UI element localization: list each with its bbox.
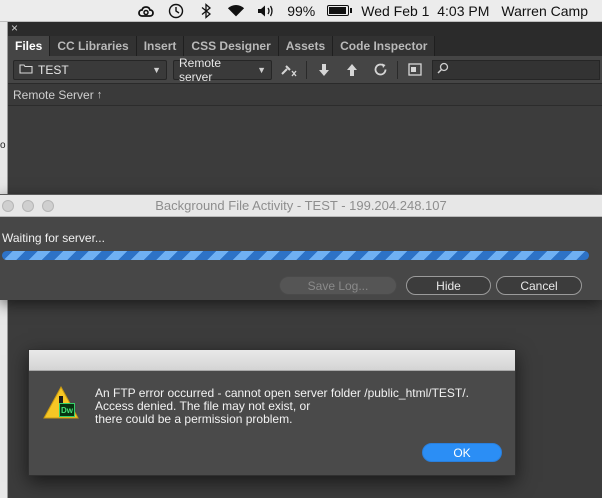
traffic-lights — [2, 200, 54, 212]
files-toolbar: TEST ▼ Remote server ▼ — [8, 56, 602, 84]
ok-button[interactable]: OK — [422, 443, 502, 462]
wifi-icon[interactable] — [227, 3, 245, 19]
site-select[interactable]: TEST ▼ — [13, 59, 167, 80]
refresh-icon[interactable] — [369, 60, 391, 80]
minimize-window-icon[interactable] — [22, 200, 34, 212]
tab-code-inspector[interactable]: Code Inspector — [333, 36, 436, 56]
menu-bar: 99% Wed Feb 1 4:03 PM Warren Camp — [0, 0, 602, 22]
error-message: An FTP error occurred - cannot open serv… — [95, 387, 505, 426]
get-files-icon[interactable] — [313, 60, 335, 80]
progress-bar — [2, 251, 589, 260]
tab-css-designer[interactable]: CSS Designer — [184, 36, 279, 56]
close-icon[interactable]: × — [11, 21, 18, 35]
sort-ascending-icon: ↑ — [96, 88, 103, 101]
disconnect-icon[interactable] — [278, 60, 300, 80]
site-select-value: TEST — [38, 62, 69, 77]
background-file-activity-window: Background File Activity - TEST - 199.20… — [0, 194, 602, 300]
toolbar-divider — [397, 60, 398, 79]
menu-clock[interactable]: Wed Feb 1 4:03 PM — [361, 3, 489, 19]
menu-user[interactable]: Warren Camp — [501, 3, 588, 19]
error-line-3: there could be a permission problem. — [95, 412, 293, 426]
volume-icon[interactable] — [257, 3, 275, 19]
tab-files[interactable]: Files — [8, 36, 51, 56]
view-select-value: Remote server — [179, 55, 222, 84]
battery-percent: 99% — [287, 2, 316, 19]
hide-button[interactable]: Hide — [406, 276, 491, 295]
panel-tabs: Files CC Libraries Insert CSS Designer A… — [8, 36, 602, 56]
toolbar-divider — [306, 60, 307, 79]
time-machine-icon[interactable] — [167, 3, 185, 19]
expand-panel-icon[interactable] — [404, 60, 426, 80]
chevron-down-icon: ▼ — [152, 64, 161, 75]
ftp-error-dialog: Dw An FTP error occurred - cannot open s… — [28, 349, 516, 476]
view-select[interactable]: Remote server ▼ — [173, 56, 272, 84]
bluetooth-icon[interactable] — [197, 2, 215, 19]
dreamweaver-badge: Dw — [59, 403, 75, 417]
battery-icon[interactable] — [327, 5, 353, 16]
remote-server-column-header[interactable]: Remote Server ↑ — [8, 84, 602, 106]
search-icon — [437, 61, 449, 79]
column-header-label: Remote Server — [13, 87, 94, 102]
dialog-title-bar[interactable] — [29, 350, 515, 371]
search-input[interactable] — [432, 59, 600, 80]
panel-top-bar: × — [8, 21, 602, 36]
creative-cloud-icon[interactable] — [137, 3, 155, 19]
window-title: Background File Activity - TEST - 199.20… — [155, 198, 447, 213]
window-title-bar[interactable]: Background File Activity - TEST - 199.20… — [0, 195, 602, 217]
close-window-icon[interactable] — [2, 200, 14, 212]
chevron-down-icon: ▼ — [257, 64, 266, 75]
tab-insert[interactable]: Insert — [136, 36, 185, 56]
cancel-button[interactable]: Cancel — [496, 276, 582, 295]
activity-status: Waiting for server... — [2, 231, 105, 245]
tab-cc-libraries[interactable]: CC Libraries — [50, 36, 137, 56]
battery-level — [329, 7, 347, 14]
window-edge-glyph: o — [0, 140, 6, 151]
put-files-icon[interactable] — [341, 60, 363, 80]
save-log-button[interactable]: Save Log... — [279, 276, 397, 295]
folder-icon — [19, 63, 33, 77]
zoom-window-icon[interactable] — [42, 200, 54, 212]
tab-assets[interactable]: Assets — [278, 36, 334, 56]
